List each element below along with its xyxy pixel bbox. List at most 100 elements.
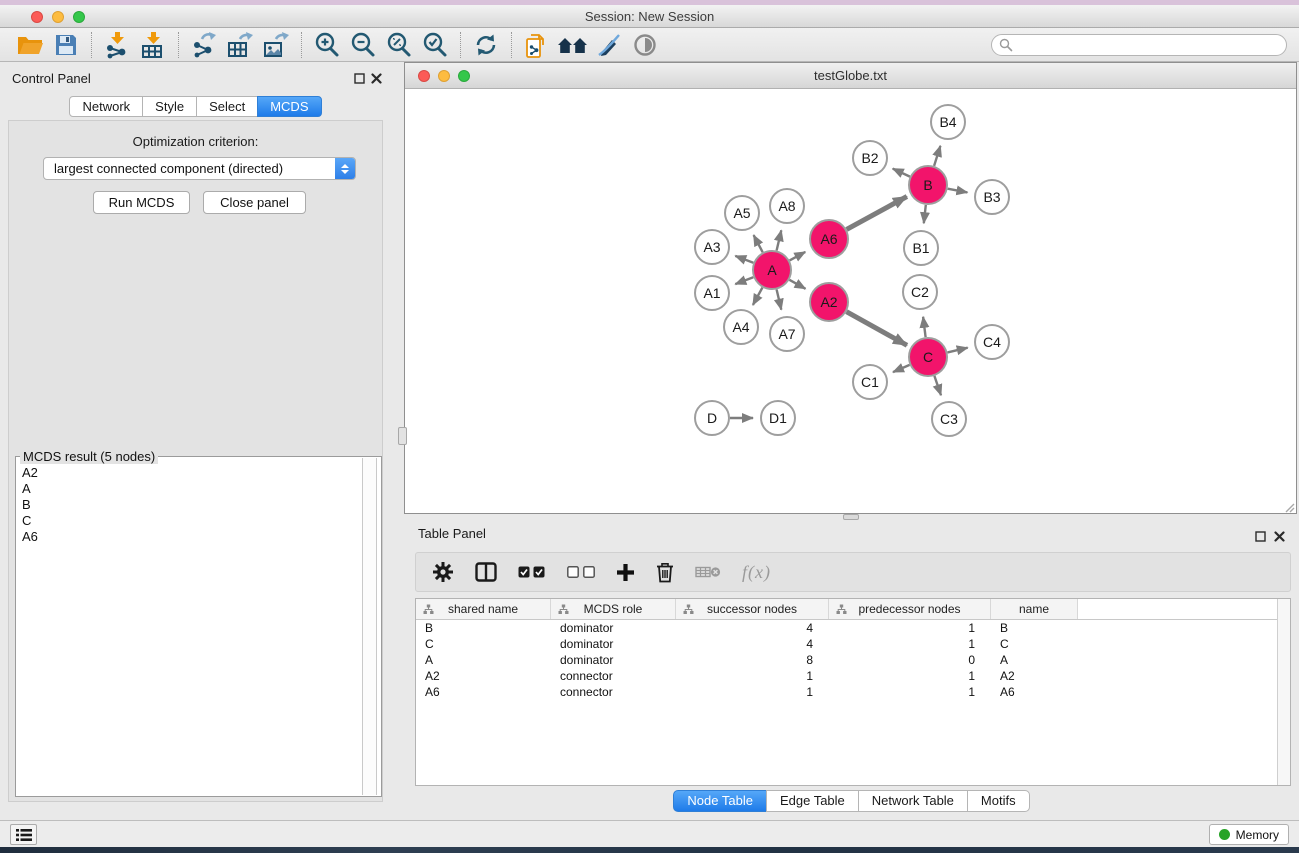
zoom-selected-icon[interactable]	[417, 30, 453, 60]
open-session-icon[interactable]	[12, 30, 48, 60]
zoom-out-icon[interactable]	[345, 30, 381, 60]
column-header-MCDS-role[interactable]: MCDS role	[551, 599, 676, 619]
result-scrollbar[interactable]	[362, 458, 377, 795]
export-image-icon[interactable]	[258, 30, 294, 60]
cell-predecessor-nodes[interactable]: 1	[829, 620, 991, 636]
tab-edge-table[interactable]: Edge Table	[766, 790, 859, 812]
table-row-A[interactable]: Adominator80A	[416, 652, 1290, 668]
graph-edge-B-B4[interactable]	[934, 146, 940, 166]
save-session-icon[interactable]	[48, 30, 84, 60]
graph-node-A4[interactable]: A4	[724, 310, 758, 344]
tab-network[interactable]: Network	[69, 96, 143, 117]
copy-network-icon[interactable]	[519, 30, 555, 60]
close-panel-button[interactable]: Close panel	[203, 191, 306, 214]
vertical-splitter-handle[interactable]	[398, 427, 407, 445]
graph-edge-B-B2[interactable]	[893, 169, 910, 177]
result-item-A[interactable]: A	[22, 481, 353, 497]
graph-edge-A-A8[interactable]	[777, 230, 782, 250]
tab-style[interactable]: Style	[142, 96, 197, 117]
network-window-titlebar[interactable]: testGlobe.txt	[405, 63, 1296, 89]
graph-node-A6[interactable]: A6	[810, 220, 848, 258]
cell-MCDS-role[interactable]: connector	[551, 684, 676, 700]
search-input[interactable]	[1013, 36, 1286, 54]
resize-grip-icon[interactable]	[1283, 500, 1295, 512]
cell-MCDS-role[interactable]: dominator	[551, 652, 676, 668]
graph-node-C[interactable]: C	[909, 338, 947, 376]
tab-select[interactable]: Select	[196, 96, 258, 117]
graph-edge-A-A3[interactable]	[735, 256, 753, 263]
zoom-fit-icon[interactable]	[381, 30, 417, 60]
cell-MCDS-role[interactable]: connector	[551, 668, 676, 684]
graph-node-B1[interactable]: B1	[904, 231, 938, 265]
cell-shared-name[interactable]: A	[416, 652, 551, 668]
cell-predecessor-nodes[interactable]: 0	[829, 652, 991, 668]
column-settings-gear-icon[interactable]	[432, 557, 454, 587]
graph-node-A1[interactable]: A1	[695, 276, 729, 310]
select-all-checks-icon[interactable]	[518, 557, 546, 587]
optimization-criterion-select[interactable]: largest connected component (directed)	[43, 157, 356, 180]
graph-node-B[interactable]: B	[909, 166, 947, 204]
tab-node-table[interactable]: Node Table	[673, 790, 767, 812]
graph-node-C4[interactable]: C4	[975, 325, 1009, 359]
cell-shared-name[interactable]: B	[416, 620, 551, 636]
graph-edge-B-B1[interactable]	[924, 205, 926, 223]
export-table-icon[interactable]	[222, 30, 258, 60]
graph-edge-A-A1[interactable]	[735, 277, 753, 284]
graph-node-D1[interactable]: D1	[761, 401, 795, 435]
tab-network-table[interactable]: Network Table	[858, 790, 968, 812]
cell-shared-name[interactable]: C	[416, 636, 551, 652]
import-table-icon[interactable]	[135, 30, 171, 60]
deselect-all-checks-icon[interactable]	[567, 557, 595, 587]
show-details-eye-icon[interactable]	[627, 30, 663, 60]
graph-edge-A-A2[interactable]	[789, 280, 805, 289]
result-item-C[interactable]: C	[22, 513, 353, 529]
cell-shared-name[interactable]: A2	[416, 668, 551, 684]
result-item-A6[interactable]: A6	[22, 529, 353, 545]
graph-edge-C-C1[interactable]	[893, 365, 910, 372]
close-panel-icon[interactable]	[370, 72, 382, 84]
graph-node-C3[interactable]: C3	[932, 402, 966, 436]
cell-name[interactable]: C	[991, 636, 1078, 652]
result-item-A2[interactable]: A2	[22, 465, 353, 481]
export-network-icon[interactable]	[186, 30, 222, 60]
cell-predecessor-nodes[interactable]: 1	[829, 636, 991, 652]
show-columns-icon[interactable]	[475, 557, 497, 587]
node-table[interactable]: shared nameMCDS rolesuccessor nodesprede…	[415, 598, 1291, 786]
graph-node-A3[interactable]: A3	[695, 230, 729, 264]
cell-successor-nodes[interactable]: 1	[676, 684, 829, 700]
graph-edge-C-C4[interactable]	[948, 348, 968, 353]
table-float-panel-icon[interactable]	[1254, 530, 1266, 542]
cell-name[interactable]: A6	[991, 684, 1078, 700]
graph-node-A8[interactable]: A8	[770, 189, 804, 223]
graph-node-C2[interactable]: C2	[903, 275, 937, 309]
graph-edge-B-B3[interactable]	[948, 189, 968, 193]
cell-shared-name[interactable]: A6	[416, 684, 551, 700]
graph-edge-A6-B[interactable]	[847, 197, 907, 230]
column-header-successor-nodes[interactable]: successor nodes	[676, 599, 829, 619]
graph-node-B4[interactable]: B4	[931, 105, 965, 139]
search-field[interactable]	[991, 34, 1287, 56]
delete-column-icon[interactable]	[656, 557, 674, 587]
graph-edge-C-C2[interactable]	[923, 317, 926, 337]
graph-node-B3[interactable]: B3	[975, 180, 1009, 214]
function-builder-icon[interactable]: f(x)	[742, 557, 771, 587]
column-header-predecessor-nodes[interactable]: predecessor nodes	[829, 599, 991, 619]
memory-button[interactable]: Memory	[1209, 824, 1289, 845]
graph-edge-A-A4[interactable]	[753, 288, 763, 305]
add-column-icon[interactable]	[616, 557, 635, 587]
mcds-result-list[interactable]: A2ABCA6	[16, 461, 359, 794]
graph-edge-C-C3[interactable]	[934, 376, 941, 395]
zoom-in-icon[interactable]	[309, 30, 345, 60]
import-network-icon[interactable]	[99, 30, 135, 60]
tab-mcds[interactable]: MCDS	[257, 96, 321, 117]
graph-edge-A-A6[interactable]	[790, 252, 806, 261]
hide-graphics-details-icon[interactable]	[591, 30, 627, 60]
graph-node-A[interactable]: A	[753, 251, 791, 289]
cell-name[interactable]: A	[991, 652, 1078, 668]
cell-MCDS-role[interactable]: dominator	[551, 636, 676, 652]
table-row-C[interactable]: Cdominator41C	[416, 636, 1290, 652]
tab-motifs[interactable]: Motifs	[967, 790, 1030, 812]
delete-table-icon[interactable]	[695, 557, 721, 587]
column-header-name[interactable]: name	[991, 599, 1078, 619]
cell-predecessor-nodes[interactable]: 1	[829, 668, 991, 684]
